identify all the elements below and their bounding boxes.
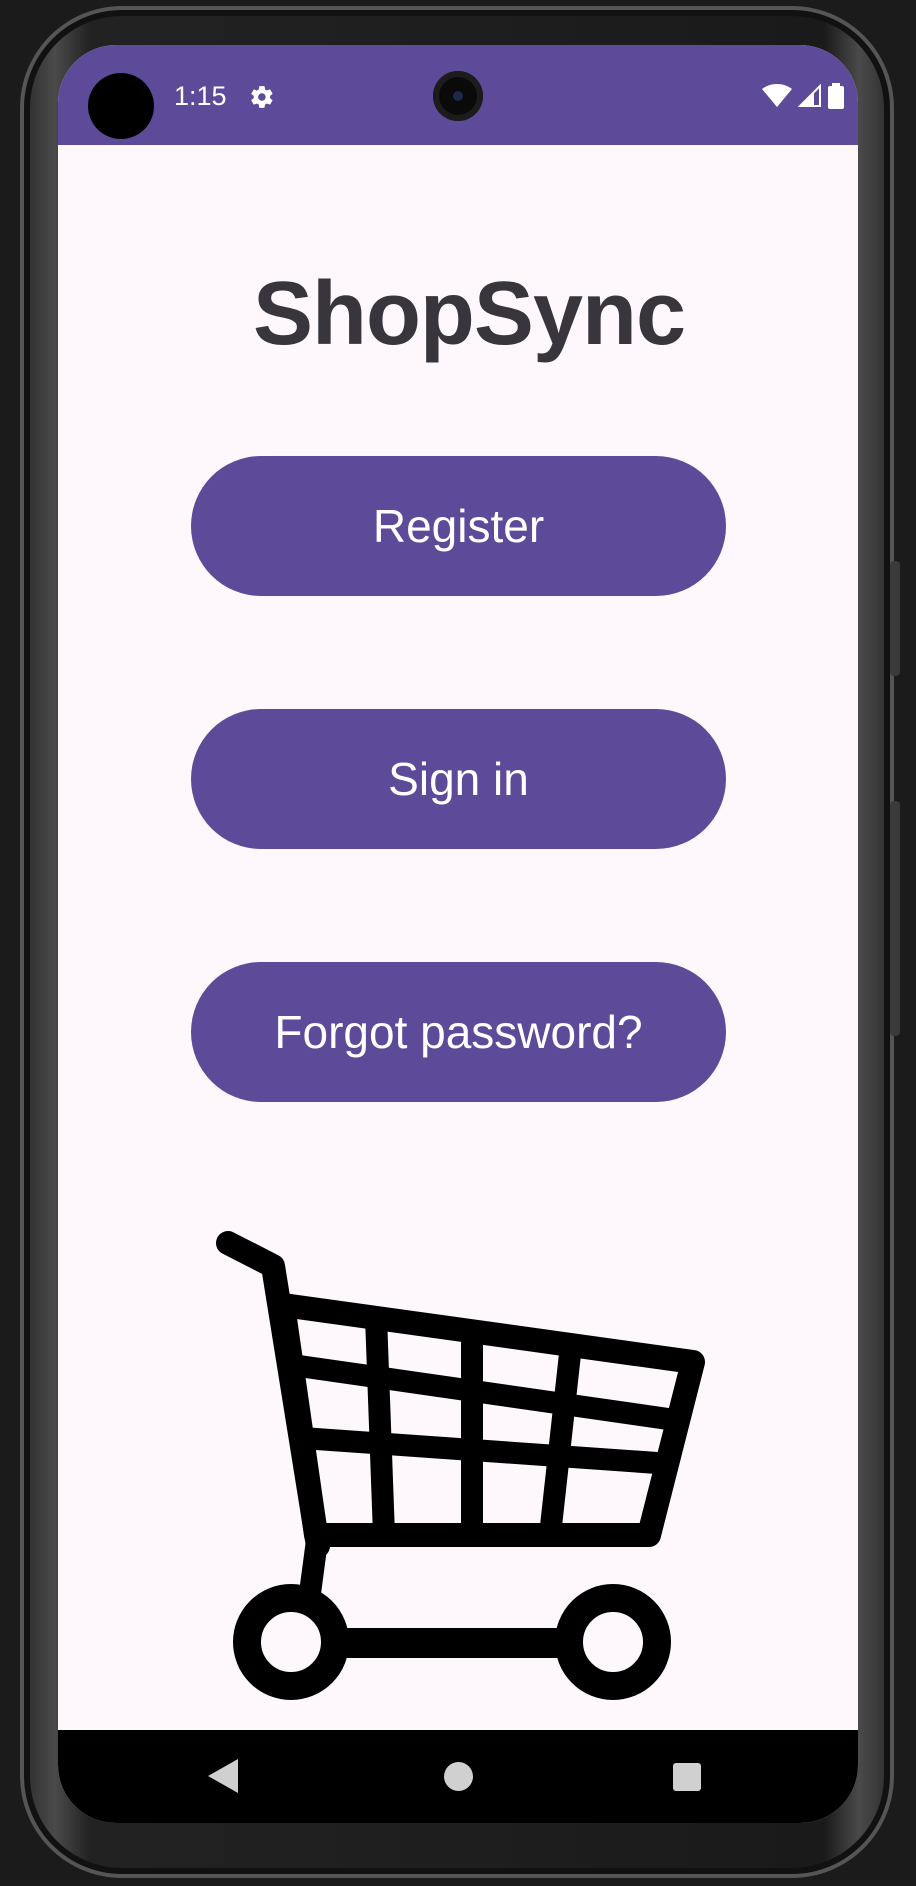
forgot-password-button[interactable]: Forgot password? bbox=[191, 962, 726, 1102]
phone-screen: 1:15 ShopSync Register Sign in Forgot pa… bbox=[58, 45, 858, 1823]
battery-icon bbox=[828, 83, 844, 109]
back-icon[interactable] bbox=[208, 1759, 238, 1793]
home-icon[interactable] bbox=[444, 1762, 473, 1791]
shopping-cart-icon bbox=[216, 1231, 705, 1700]
navigation-bar bbox=[58, 1730, 858, 1823]
power-button bbox=[890, 561, 900, 676]
screen-cutout bbox=[88, 73, 154, 139]
volume-button bbox=[890, 801, 900, 1036]
register-button[interactable]: Register bbox=[191, 456, 726, 596]
app-title: ShopSync bbox=[252, 264, 686, 364]
wifi-icon bbox=[762, 84, 792, 107]
status-time: 1:15 bbox=[174, 81, 227, 111]
gear-icon bbox=[251, 86, 273, 108]
cellular-signal-icon bbox=[798, 84, 821, 107]
front-camera bbox=[433, 71, 483, 121]
recents-icon[interactable] bbox=[673, 1763, 701, 1791]
sign-in-button[interactable]: Sign in bbox=[191, 709, 726, 849]
status-bar: 1:15 bbox=[58, 45, 858, 145]
status-icons bbox=[762, 83, 844, 109]
